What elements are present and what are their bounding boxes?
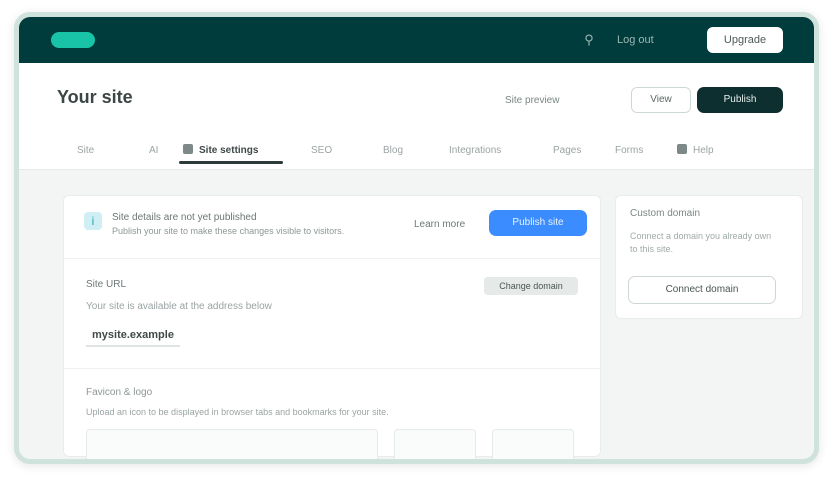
change-domain-button[interactable]: Change domain [484,277,578,295]
tab-help[interactable]: Help [677,137,714,165]
settings-panel: i Site details are not yet published Pub… [63,195,601,459]
tab-blog[interactable]: Blog [383,137,403,165]
tab-site[interactable]: Site [77,137,94,165]
section-title: Favicon & logo [86,387,153,398]
top-navigation-bar: ⚲ Log out Upgrade [19,17,814,63]
tab-label: Site settings [199,145,259,156]
publish-site-button[interactable]: Publish site [489,210,587,236]
brand-logo[interactable] [51,32,95,48]
app-window: ⚲ Log out Upgrade Your site Site preview… [14,12,819,464]
site-url-section: Site URL Change domain Your site is avai… [64,258,600,369]
upgrade-button[interactable]: Upgrade [707,27,783,53]
page-title: Your site [57,87,133,107]
tab-integrations[interactable]: Integrations [449,137,501,165]
search-icon[interactable]: ⚲ [579,30,599,50]
publish-button[interactable]: Publish [697,87,783,113]
banner-text: Publish your site to make these changes … [112,226,345,236]
logo-preview [492,429,574,459]
site-preview-label[interactable]: Site preview [505,95,559,106]
tab-bar: Site AI Site settings SEO Blog Integrati… [59,137,759,165]
upload-area[interactable] [86,429,378,459]
tab-label: Help [693,145,714,156]
site-url-value[interactable]: mysite.example [86,325,180,347]
tab-seo[interactable]: SEO [311,137,332,165]
tab-pages[interactable]: Pages [553,137,581,165]
settings-icon [183,144,193,154]
section-description: Your site is available at the address be… [86,301,272,312]
custom-domain-card: Custom domain Connect a domain you alrea… [615,195,803,319]
info-icon: i [84,212,102,230]
nav-link[interactable]: Log out [617,31,654,49]
connect-domain-button[interactable]: Connect domain [628,276,776,304]
card-title: Custom domain [630,208,701,219]
tab-ai[interactable]: AI [149,137,158,165]
view-button[interactable]: View [631,87,691,113]
section-title: Site URL [86,279,127,290]
favicon-preview [394,429,476,459]
section-description: Upload an icon to be displayed in browse… [86,407,389,417]
active-tab-indicator [179,161,283,164]
tab-forms[interactable]: Forms [615,137,643,165]
learn-more-link[interactable]: Learn more [414,219,465,230]
banner-heading: Site details are not yet published [112,212,257,223]
page-header: Your site Site preview View Publish Site… [19,63,814,170]
help-icon [677,144,687,154]
favicon-section: Favicon & logo Upload an icon to be disp… [64,368,600,459]
card-description: Connect a domain you already own to this… [630,231,772,254]
